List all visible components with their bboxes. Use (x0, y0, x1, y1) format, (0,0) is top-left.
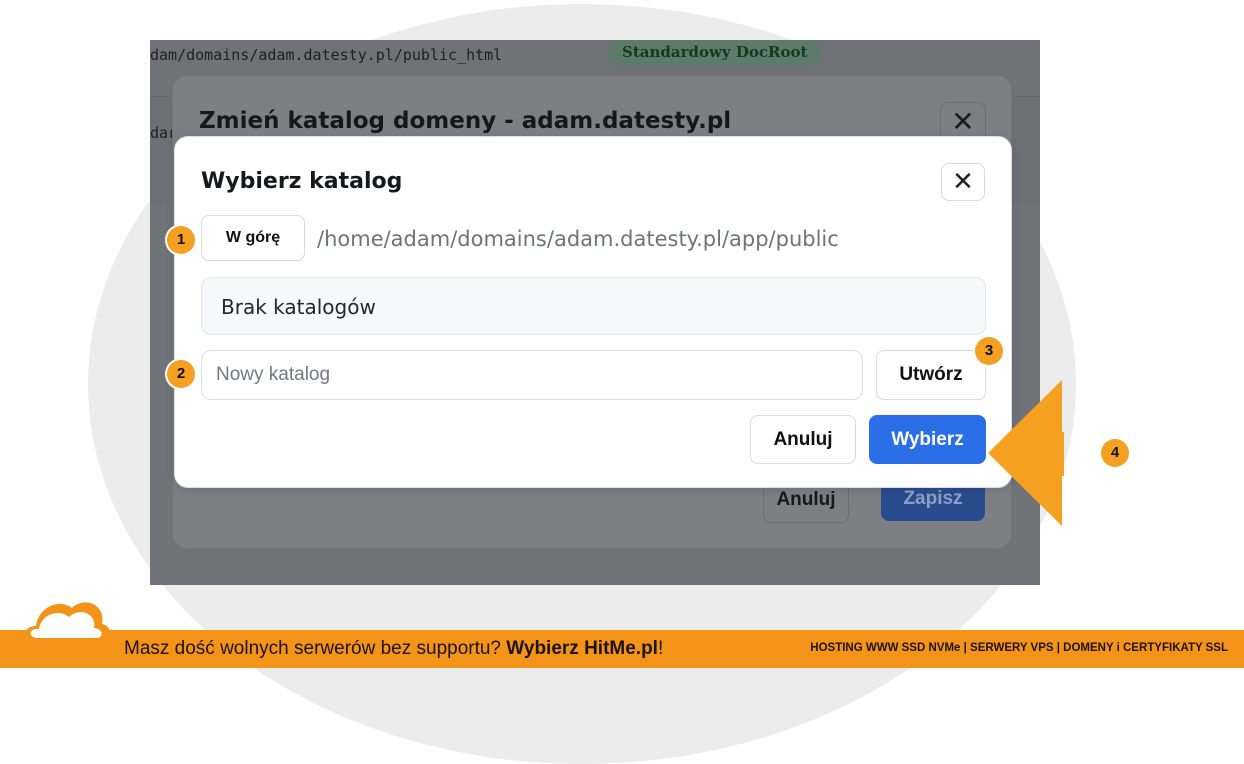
docroot-badge: Standardowy DocRoot (608, 40, 822, 65)
banner-slogan: Masz dość wolnych serwerów bez supportu?… (124, 638, 664, 659)
empty-message: Brak katalogów (221, 295, 376, 319)
select-directory-dialog: Wybierz katalog ✕ W górę /home/adam/doma… (174, 136, 1012, 488)
current-path: /home/adam/domains/adam.datesty.pl/app/p… (317, 227, 839, 251)
banner-brand[interactable]: Wybierz HitMe.pl (506, 638, 658, 659)
callout-4: 4 (1101, 439, 1129, 467)
directory-list: Brak katalogów (201, 277, 986, 335)
close-icon[interactable]: ✕ (941, 163, 985, 201)
callout-3: 3 (975, 337, 1003, 365)
outer-modal-title: Zmień katalog domeny - adam.datesty.pl (199, 108, 732, 134)
arrow-pointer-icon (988, 380, 1064, 526)
dialog-title: Wybierz katalog (201, 169, 403, 194)
banner-services: HOSTING WWW SSD NVMe | SERWERY VPS | DOM… (810, 642, 1228, 654)
create-folder-button[interactable]: Utwórz (876, 350, 986, 400)
docroot-path: dam/domains/adam.datesty.pl/public_html (150, 46, 503, 64)
select-button[interactable]: Wybierz (869, 415, 986, 464)
cloud-logo-icon (23, 602, 111, 646)
callout-2: 2 (167, 360, 195, 388)
promo-banner: Masz dość wolnych serwerów bez supportu?… (0, 630, 1244, 668)
go-up-button[interactable]: W górę (201, 215, 305, 261)
cancel-button[interactable]: Anuluj (750, 415, 856, 464)
callout-1: 1 (167, 226, 195, 254)
new-folder-input[interactable] (201, 350, 863, 400)
